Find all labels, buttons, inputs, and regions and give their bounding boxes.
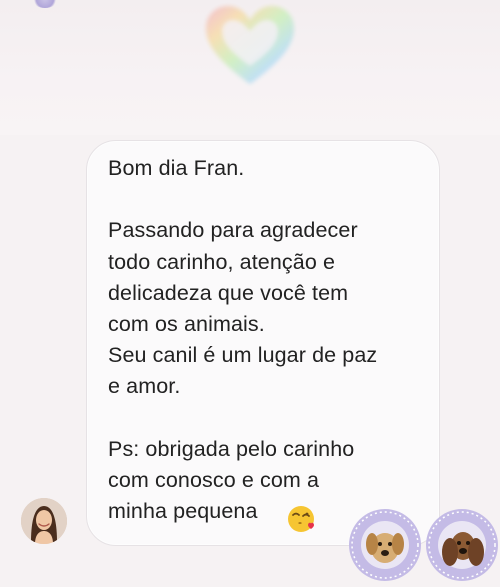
spaniel-sticker-icon [425, 508, 499, 582]
face-blowing-kiss-icon [287, 505, 315, 533]
message-text: Bom dia Fran. Passando para agradecer to… [108, 156, 378, 524]
dog-sticker-icon [348, 508, 422, 582]
avatar[interactable] [21, 498, 67, 544]
rainbow-heart-icon [200, 2, 300, 90]
